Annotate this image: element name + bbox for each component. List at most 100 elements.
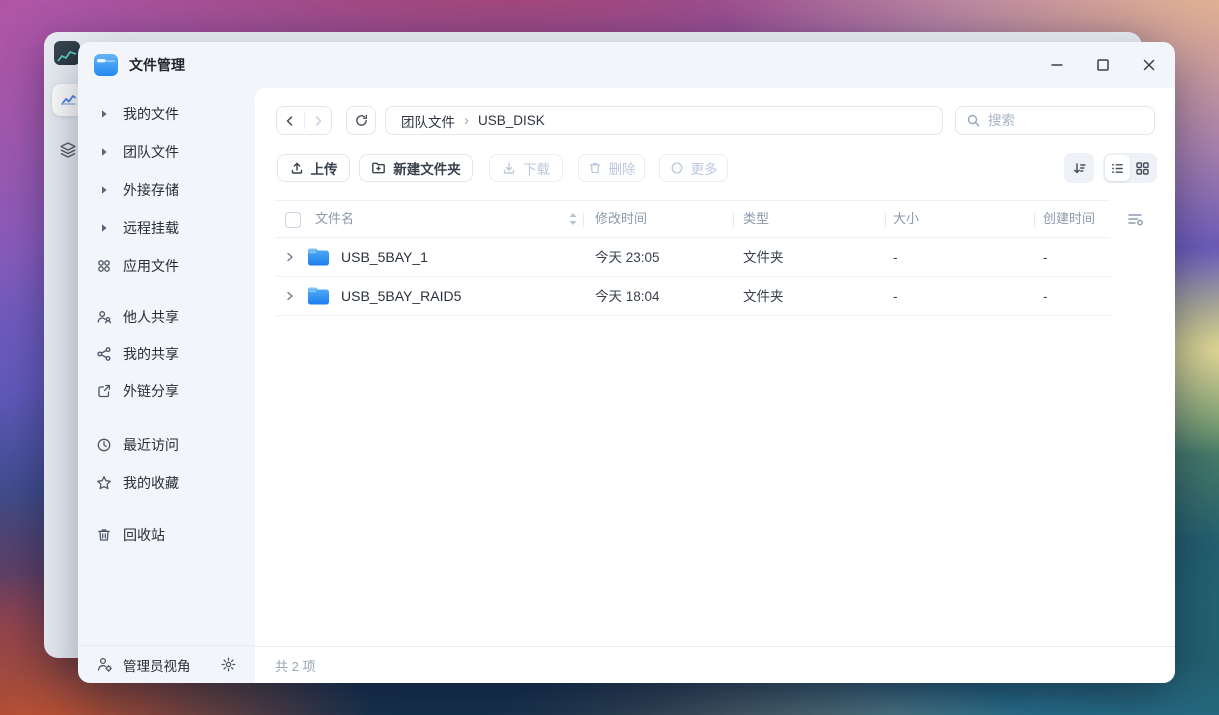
column-name[interactable]: 文件名 <box>315 201 354 237</box>
file-modified: 今天 23:05 <box>595 250 660 265</box>
sidebar-item-external-storage[interactable]: 外接存储 <box>78 175 255 205</box>
breadcrumb-separator-icon: › <box>464 112 469 129</box>
sidebar-item-app-files[interactable]: 应用文件 <box>78 251 255 281</box>
file-name: USB_5BAY_1 <box>341 249 428 265</box>
window-title: 文件管理 <box>129 57 185 73</box>
chart-thumbnail-icon <box>54 41 80 65</box>
search-icon <box>967 114 980 127</box>
file-created: - <box>1043 250 1048 265</box>
refresh-icon <box>355 114 367 126</box>
sidebar-item-label: 外链分享 <box>123 383 179 399</box>
close-button[interactable] <box>1134 50 1164 80</box>
refresh-button[interactable] <box>346 106 376 135</box>
gear-icon[interactable] <box>220 656 237 673</box>
content-pane: 团队文件 › USB_DISK 上传 新建文件夹 下载 删除 更多 <box>255 88 1175 683</box>
sidebar: 我的文件 团队文件 外接存储 远程挂载 应用文件 他人共享 我的共享 外链分享 … <box>78 88 255 683</box>
file-name: USB_5BAY_RAID5 <box>341 288 462 304</box>
download-icon <box>502 161 516 175</box>
sidebar-item-recent[interactable]: 最近访问 <box>78 430 255 460</box>
upload-icon <box>290 161 304 175</box>
download-label: 下载 <box>523 162 550 177</box>
grid-view-button[interactable] <box>1130 155 1155 181</box>
more-circle-icon <box>670 161 684 175</box>
column-type[interactable]: 类型 <box>743 201 769 237</box>
table-row[interactable]: USB_5BAY_RAID5 今天 18:04 文件夹 - - <box>275 277 1110 316</box>
column-size[interactable]: 大小 <box>893 201 919 237</box>
status-bar: 共 2 项 <box>255 646 1175 683</box>
sidebar-item-recycle-bin[interactable]: 回收站 <box>78 520 255 550</box>
caret-right-icon <box>96 220 112 236</box>
search-input[interactable] <box>988 113 1128 128</box>
list-view-icon <box>1112 163 1123 173</box>
file-modified: 今天 18:04 <box>595 289 660 304</box>
new-folder-button[interactable]: 新建文件夹 <box>359 154 473 182</box>
file-created: - <box>1043 289 1048 304</box>
sidebar-item-my-shares[interactable]: 我的共享 <box>78 339 255 369</box>
person-share-icon <box>96 309 112 325</box>
layers-icon[interactable] <box>56 138 80 162</box>
history-nav <box>276 106 332 135</box>
file-manager-window: 文件管理 我的文件 团队文件 外接存储 远程挂载 应用文件 他人共享 我的共享 … <box>78 42 1175 683</box>
sort-icon <box>1073 162 1085 173</box>
search-box[interactable] <box>955 106 1155 135</box>
file-type: 文件夹 <box>743 250 784 265</box>
sidebar-item-label: 回收站 <box>123 527 165 543</box>
list-view-button[interactable] <box>1105 155 1130 181</box>
sidebar-item-shared-by-others[interactable]: 他人共享 <box>78 302 255 332</box>
table-row[interactable]: USB_5BAY_1 今天 23:05 文件夹 - - <box>275 238 1110 277</box>
external-link-icon <box>96 383 112 399</box>
sidebar-item-label: 我的共享 <box>123 346 179 362</box>
item-count: 共 2 项 <box>275 658 316 674</box>
sidebar-item-label: 最近访问 <box>123 437 179 453</box>
back-button[interactable] <box>277 107 304 134</box>
upload-label: 上传 <box>310 162 338 177</box>
breadcrumb-root[interactable]: 团队文件 <box>401 111 455 131</box>
caret-right-icon <box>96 182 112 198</box>
new-folder-label: 新建文件夹 <box>393 162 461 177</box>
minimize-button[interactable] <box>1042 50 1072 80</box>
delete-label: 删除 <box>608 162 636 177</box>
app-folder-icon <box>94 54 118 76</box>
trash-icon <box>588 161 602 175</box>
sort-button[interactable] <box>1064 153 1094 183</box>
breadcrumb-current[interactable]: USB_DISK <box>478 113 545 128</box>
breadcrumb: 团队文件 › USB_DISK <box>385 106 943 135</box>
column-settings-icon[interactable] <box>1127 211 1144 227</box>
file-size: - <box>893 289 898 304</box>
caret-right-icon <box>96 106 112 122</box>
table-header: 文件名 修改时间 类型 大小 创建时间 <box>275 200 1110 238</box>
delete-button[interactable]: 删除 <box>578 154 645 182</box>
sidebar-item-remote-mount[interactable]: 远程挂载 <box>78 213 255 243</box>
maximize-button[interactable] <box>1088 50 1118 80</box>
sort-arrows-icon[interactable] <box>567 209 579 229</box>
caret-right-icon <box>96 144 112 160</box>
admin-person-icon <box>96 656 113 673</box>
upload-button[interactable]: 上传 <box>277 154 350 182</box>
sidebar-item-link-share[interactable]: 外链分享 <box>78 376 255 406</box>
download-button[interactable]: 下载 <box>489 154 563 182</box>
sidebar-footer: 管理员视角 <box>78 645 255 683</box>
new-folder-icon <box>371 161 386 175</box>
sidebar-item-label: 他人共享 <box>123 309 179 325</box>
sidebar-item-favorites[interactable]: 我的收藏 <box>78 468 255 498</box>
sidebar-item-team-files[interactable]: 团队文件 <box>78 137 255 167</box>
sidebar-item-label: 我的文件 <box>123 106 179 122</box>
select-all-checkbox[interactable] <box>285 212 301 228</box>
sidebar-item-label: 我的收藏 <box>123 475 179 491</box>
titlebar: 文件管理 <box>78 42 1175 88</box>
forward-button[interactable] <box>305 107 332 134</box>
folder-icon <box>307 286 330 306</box>
trash-icon <box>96 527 112 543</box>
sidebar-item-label: 团队文件 <box>123 144 179 160</box>
sidebar-item-my-files[interactable]: 我的文件 <box>78 99 255 129</box>
more-button[interactable]: 更多 <box>659 154 728 182</box>
sidebar-item-label: 外接存储 <box>123 182 179 198</box>
admin-view-label[interactable]: 管理员视角 <box>123 655 191 675</box>
expand-chevron-icon[interactable] <box>285 289 295 303</box>
folder-icon <box>307 247 330 267</box>
column-created[interactable]: 创建时间 <box>1043 201 1095 237</box>
expand-chevron-icon[interactable] <box>285 250 295 264</box>
file-size: - <box>893 250 898 265</box>
column-modified[interactable]: 修改时间 <box>595 201 647 237</box>
sidebar-item-label: 应用文件 <box>123 258 179 274</box>
